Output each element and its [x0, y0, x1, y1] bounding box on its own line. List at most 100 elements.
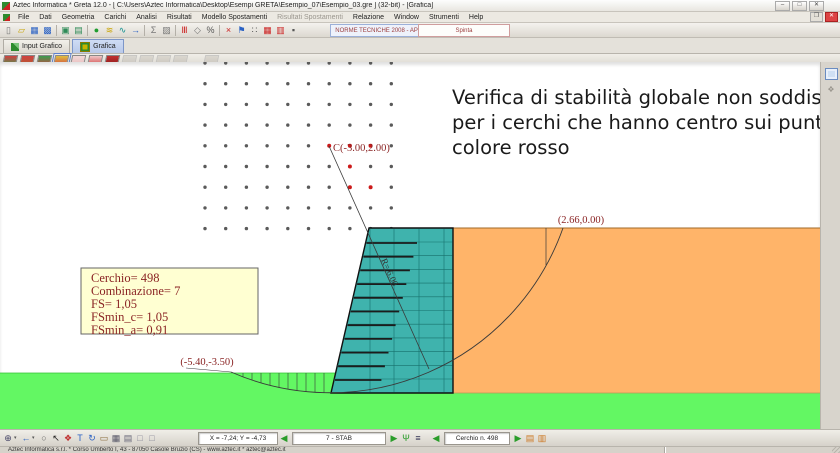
materials-icon[interactable]: ●	[90, 24, 103, 36]
text-tool-icon[interactable]: T	[74, 432, 86, 445]
toolbar-separator	[175, 25, 176, 36]
flag-icon[interactable]: ⚑	[235, 24, 248, 36]
menu-risultati[interactable]: Risultati	[162, 14, 197, 21]
verification-message: Verifica di stabilità globale non soddis…	[452, 86, 820, 159]
toolbar-separator	[87, 25, 88, 36]
copy-page-icon[interactable]: □	[146, 432, 158, 445]
save-icon[interactable]: ▦	[28, 24, 41, 36]
mesh-icon[interactable]: ×	[222, 24, 235, 36]
menu-help[interactable]: Help	[464, 14, 488, 21]
center-point	[369, 82, 372, 85]
menu-window[interactable]: Window	[389, 14, 424, 21]
units-icon[interactable]: ▣	[59, 24, 72, 36]
cursor-icon[interactable]: ↖	[50, 432, 62, 445]
profile-icon[interactable]: ∿	[116, 24, 129, 36]
soil-layer-orange	[453, 228, 820, 393]
menu-file[interactable]: File	[13, 14, 34, 21]
prev-phase-button[interactable]: ◀	[278, 432, 290, 445]
center-point	[265, 123, 268, 126]
layers-icon[interactable]: ≋	[103, 24, 116, 36]
zoom-icon[interactable]: ⊕	[2, 432, 14, 445]
close-button[interactable]: ✕	[809, 1, 824, 11]
loads-icon[interactable]: Ⅲ	[178, 24, 191, 36]
prev-circle-button[interactable]: ◀	[430, 432, 442, 445]
circle-select-icon[interactable]: ○	[38, 432, 50, 445]
misc-icon[interactable]: ▪	[287, 24, 300, 36]
input-grafico-icon	[11, 43, 19, 51]
pan-hand-icon[interactable]: ❖	[826, 85, 836, 94]
tab-input-grafico[interactable]: Input Grafico	[3, 39, 70, 53]
menu-analisi[interactable]: Analisi	[131, 14, 162, 21]
center-point	[307, 123, 310, 126]
norme-tecniche-button[interactable]: NORME TECNICHE 2008 - AP 2	[330, 24, 428, 37]
center-coord-label: C(-3.00,2.00)	[333, 143, 390, 154]
chart-icon[interactable]: Σ	[147, 24, 160, 36]
edit-grid-icon[interactable]: ▨	[160, 24, 173, 36]
maximize-button[interactable]: □	[792, 1, 807, 11]
menu-modello-spostamenti[interactable]: Modello Spostamenti	[197, 14, 272, 21]
zoom-window-icon[interactable]	[825, 68, 838, 80]
next-circle-button[interactable]: ▶	[512, 432, 524, 445]
run-analysis-icon[interactable]: →	[129, 24, 142, 36]
svg-text:Verifica di stabilità globale: Verifica di stabilità globale non soddis…	[452, 86, 820, 109]
stability-chart-icon[interactable]: Ψ	[400, 432, 412, 445]
center-point	[328, 227, 331, 230]
center-point	[390, 123, 393, 126]
svg-text:per i cerchi che hanno centro: per i cerchi che hanno centro sui punti …	[452, 111, 820, 134]
open-file-icon[interactable]: ▱	[15, 24, 28, 36]
menu-relazione[interactable]: Relazione	[348, 14, 389, 21]
percent-icon[interactable]: %	[204, 24, 217, 36]
toolbar-separator	[144, 25, 145, 36]
center-point	[245, 165, 248, 168]
next-phase-button[interactable]: ▶	[388, 432, 400, 445]
center-point	[348, 82, 351, 85]
ruler-icon[interactable]: ▭	[98, 432, 110, 445]
pan-icon[interactable]: ←	[20, 432, 32, 445]
resize-grip[interactable]	[832, 446, 840, 453]
page-icon[interactable]: □	[134, 432, 146, 445]
center-point	[348, 103, 351, 106]
save-all-icon[interactable]: ▩	[41, 24, 54, 36]
tab-grafica[interactable]: Grafica	[72, 39, 124, 53]
menu-dati[interactable]: Dati	[34, 14, 56, 21]
center-point	[265, 103, 268, 106]
dots-grid-icon[interactable]: ∷	[248, 24, 261, 36]
drawing-canvas[interactable]: C(-3.00,2.00) (2.66,0.00) (-5.40,-3.50) …	[0, 62, 820, 429]
toolbar-separator	[56, 25, 57, 36]
close-child-button[interactable]: ✕	[825, 12, 838, 22]
center-point	[265, 82, 268, 85]
phase-combo[interactable]: 7 - STAB	[292, 432, 386, 445]
data-table-icon[interactable]: ▤	[72, 24, 85, 36]
polygon-icon[interactable]: ◇	[191, 24, 204, 36]
new-file-icon[interactable]: ▯	[2, 24, 15, 36]
circle-combo[interactable]: Cerchio n. 498	[444, 432, 510, 445]
center-point	[328, 206, 331, 209]
center-point	[348, 123, 351, 126]
report-book2-icon[interactable]: ▥	[536, 432, 548, 445]
refresh-icon[interactable]: ↻	[86, 432, 98, 445]
center-point	[369, 206, 372, 209]
center-point	[224, 144, 227, 147]
center-point	[245, 186, 248, 189]
center-point	[369, 123, 372, 126]
menu-strumenti[interactable]: Strumenti	[424, 14, 464, 21]
menu-carichi[interactable]: Carichi	[99, 14, 131, 21]
center-point	[328, 123, 331, 126]
print-icon[interactable]: ▤	[122, 432, 134, 445]
grid-red2-icon[interactable]: ▥	[274, 24, 287, 36]
center-point	[224, 186, 227, 189]
center-point	[307, 144, 310, 147]
center-point	[245, 82, 248, 85]
redraw-icon[interactable]: ❖	[62, 432, 74, 445]
document-icon	[3, 14, 10, 21]
report-book-icon[interactable]: ▤	[524, 432, 536, 445]
spinta-button[interactable]: Spinta	[418, 24, 510, 37]
results-table-icon[interactable]: ≡	[412, 432, 424, 445]
menu-geometria[interactable]: Geometria	[57, 14, 100, 21]
minimize-button[interactable]: –	[775, 1, 790, 11]
menu-risultati-spostamenti: Risultati Spostamenti	[272, 14, 348, 21]
tab-label: Grafica	[93, 43, 116, 50]
restore-child-button[interactable]: ❐	[810, 12, 823, 22]
grid-red-icon[interactable]: ▦	[261, 24, 274, 36]
grid-icon[interactable]: ▦	[110, 432, 122, 445]
